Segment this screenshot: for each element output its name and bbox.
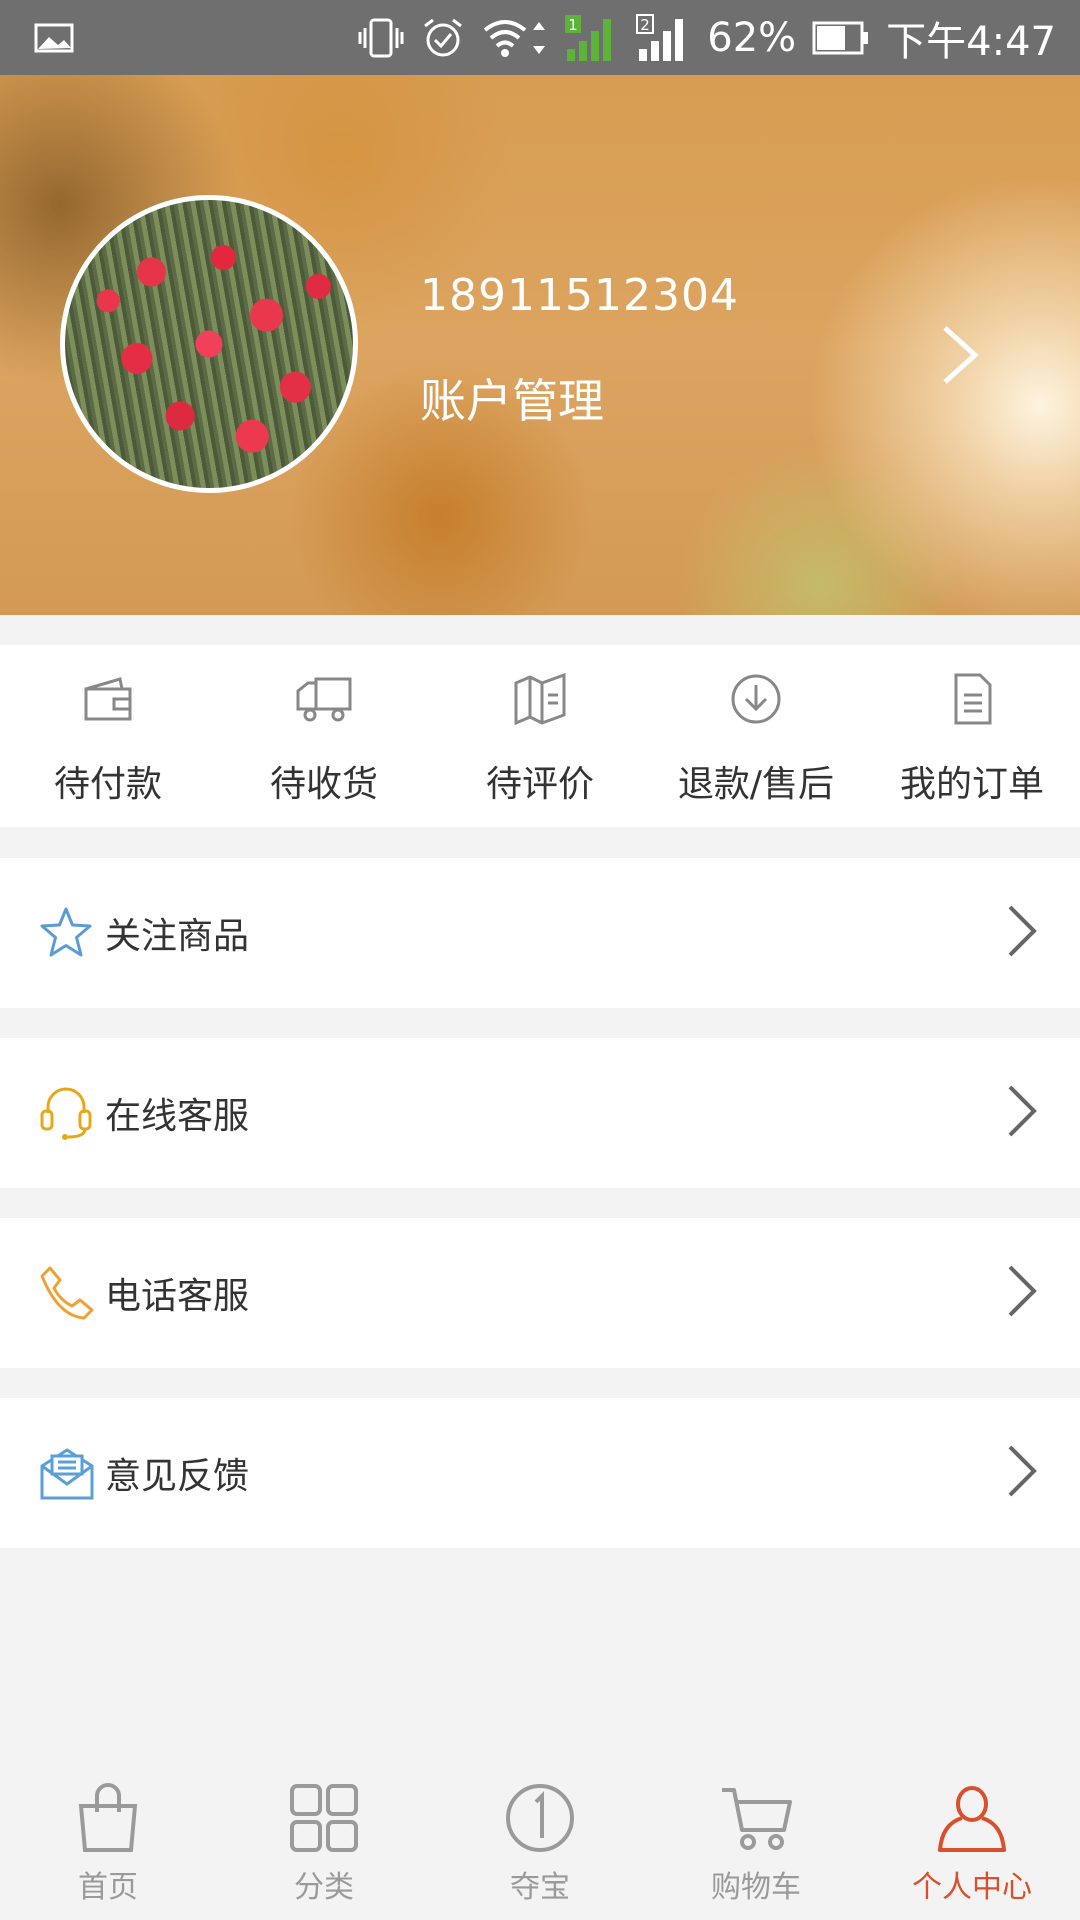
truck-icon — [294, 671, 354, 727]
chevron-right-icon — [1006, 1263, 1038, 1323]
user-phone-number: 18911512304 — [420, 270, 739, 321]
battery-percent: 62% — [707, 14, 797, 61]
chevron-right-icon — [1006, 1083, 1038, 1143]
nav-personal-center[interactable]: 个人中心 — [864, 1760, 1080, 1920]
star-icon — [38, 905, 94, 961]
nav-label: 购物车 — [711, 1870, 801, 1905]
document-icon — [944, 671, 1000, 727]
status-bar: 1 2 62% 下午4:47 — [0, 0, 1080, 75]
grid-icon — [288, 1782, 360, 1854]
order-pending-delivery[interactable]: 待收货 — [216, 645, 432, 827]
signal-sim1-icon: 1 — [563, 13, 619, 63]
order-label: 待评价 — [485, 764, 594, 805]
order-label: 待付款 — [53, 764, 162, 805]
avatar[interactable] — [60, 195, 358, 493]
nav-label: 夺宝 — [510, 1870, 570, 1905]
nav-label: 分类 — [294, 1870, 354, 1905]
nav-category[interactable]: 分类 — [216, 1760, 432, 1920]
order-status-bar: 待付款 待收货 待评价 退款/售后 我的订单 — [0, 645, 1080, 827]
nav-home[interactable]: 首页 — [0, 1760, 216, 1920]
menu-phone-service[interactable]: 电话客服 — [0, 1218, 1080, 1368]
nav-treasure[interactable]: 夺宝 — [432, 1760, 648, 1920]
download-circle-icon — [728, 671, 784, 727]
signal-sim2-icon: 2 — [635, 13, 691, 63]
nav-cart[interactable]: 购物车 — [648, 1760, 864, 1920]
shopping-bag-icon — [75, 1782, 141, 1854]
person-icon — [934, 1782, 1010, 1854]
menu-favorite-products[interactable]: 关注商品 — [0, 858, 1080, 1008]
menu-label: 在线客服 — [105, 1096, 250, 1137]
account-management-link[interactable]: 账户管理 — [420, 365, 604, 431]
map-icon — [512, 671, 568, 727]
vibrate-icon — [357, 16, 405, 60]
chevron-right-icon — [1006, 903, 1038, 963]
wifi-icon — [481, 16, 547, 60]
menu-label: 意见反馈 — [105, 1456, 250, 1497]
order-label: 我的订单 — [899, 764, 1044, 805]
order-my-orders[interactable]: 我的订单 — [864, 645, 1080, 827]
nav-label: 首页 — [78, 1870, 138, 1905]
clock: 下午4:47 — [886, 18, 1056, 65]
cart-icon — [718, 1782, 794, 1854]
svg-text:1: 1 — [568, 16, 578, 34]
menu-feedback[interactable]: 意见反馈 — [0, 1398, 1080, 1548]
wallet-icon — [80, 671, 136, 727]
svg-text:2: 2 — [640, 16, 650, 34]
treasure-icon — [504, 1782, 576, 1854]
phone-icon — [38, 1264, 96, 1322]
menu-online-service[interactable]: 在线客服 — [0, 1038, 1080, 1188]
mail-icon — [38, 1444, 96, 1502]
menu-label: 关注商品 — [105, 916, 250, 957]
order-label: 退款/售后 — [677, 764, 835, 805]
bottom-navigation: 首页 分类 夺宝 购物车 个人中心 — [0, 1760, 1080, 1920]
menu-label: 电话客服 — [105, 1276, 250, 1317]
order-pending-payment[interactable]: 待付款 — [0, 645, 216, 827]
order-label: 待收货 — [269, 764, 378, 805]
order-pending-review[interactable]: 待评价 — [432, 645, 648, 827]
nav-label: 个人中心 — [912, 1870, 1032, 1905]
alarm-icon — [421, 16, 465, 60]
battery-icon — [812, 21, 870, 55]
chevron-right-icon — [1006, 1443, 1038, 1503]
profile-header[interactable]: 18911512304 账户管理 — [0, 75, 1080, 615]
headset-icon — [38, 1083, 94, 1143]
gallery-icon — [34, 23, 74, 53]
chevron-right-icon[interactable] — [935, 320, 985, 394]
order-refund-aftersale[interactable]: 退款/售后 — [648, 645, 864, 827]
